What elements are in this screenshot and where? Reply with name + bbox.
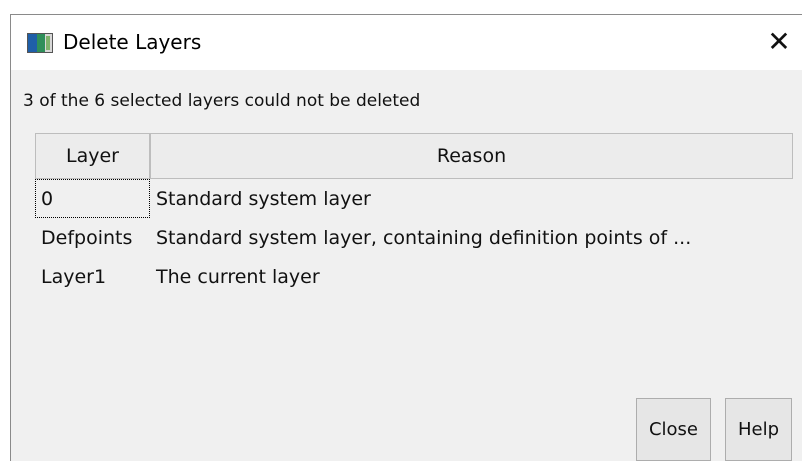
column-header-reason[interactable]: Reason — [151, 134, 792, 178]
reason-cell: Standard system layer — [156, 187, 371, 210]
delete-layers-dialog: Delete Layers ✕ 3 of the 6 selected laye… — [10, 14, 802, 461]
close-button[interactable]: Close — [636, 398, 711, 461]
layers-table: Layer Reason 0 Standard system layer Def… — [35, 133, 793, 296]
layer-name-cell: 0 — [35, 179, 150, 218]
layer-name-cell: Defpoints — [41, 226, 133, 249]
table-row[interactable]: Defpoints Standard system layer, contain… — [35, 218, 793, 257]
reason-cell: Standard system layer, containing defini… — [156, 226, 692, 249]
close-icon[interactable]: ✕ — [764, 27, 794, 57]
status-message: 3 of the 6 selected layers could not be … — [23, 91, 421, 111]
reason-cell: The current layer — [156, 265, 320, 288]
layer-name-cell: Layer1 — [41, 265, 107, 288]
help-button[interactable]: Help — [725, 398, 792, 461]
dialog-body: 3 of the 6 selected layers could not be … — [11, 70, 802, 461]
column-header-layer[interactable]: Layer — [36, 134, 151, 178]
layers-app-icon — [27, 33, 53, 53]
table-row[interactable]: Layer1 The current layer — [35, 257, 793, 296]
table-row[interactable]: 0 Standard system layer — [35, 179, 793, 218]
title-bar: Delete Layers ✕ — [11, 15, 802, 70]
dialog-title: Delete Layers — [63, 30, 202, 54]
table-header: Layer Reason — [35, 133, 793, 179]
